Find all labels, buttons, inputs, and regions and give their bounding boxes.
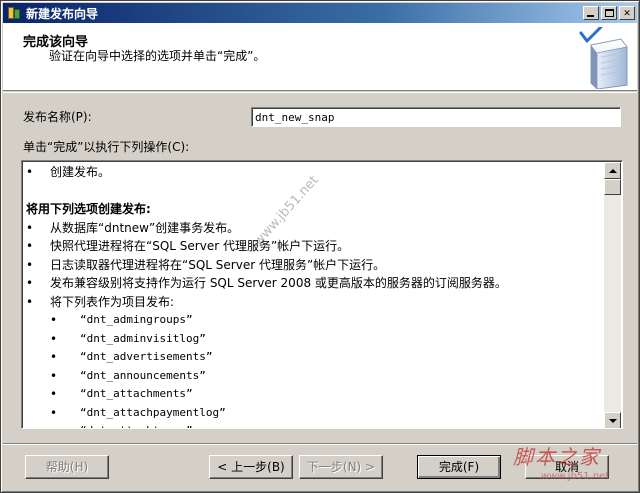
- next-button[interactable]: 下一步(N) >: [299, 455, 383, 479]
- wizard-header: 完成该向导 验证在向导中选择的选项并单击“完成”。: [3, 23, 637, 91]
- bullet-icon: •: [50, 368, 58, 383]
- actions-label: 单击“完成”以执行下列操作(C):: [23, 140, 190, 154]
- window-controls: ✕: [581, 6, 635, 20]
- bullet-icon: •: [50, 350, 58, 364]
- actions-content: • 创建发布。将用下列选项创建发布: • 从数据库“dntnew”创建事务发布。 • 快照…: [24, 163, 604, 428]
- title-bar[interactable]: 新建发布向导 ✕: [3, 3, 637, 23]
- chevron-down-icon: [609, 419, 617, 423]
- bullet-icon: •: [50, 331, 58, 346]
- bullet-icon: •: [50, 422, 57, 428]
- action-heading: 将用下列选项创建发布:: [26, 202, 151, 216]
- action-text: 创建发布。: [50, 165, 111, 179]
- action-line: • “dnt_admingroups”: [24, 311, 604, 330]
- back-button[interactable]: < 上一步(B): [209, 455, 293, 479]
- bullet-icon: •: [50, 313, 58, 327]
- bullet-icon: •: [26, 220, 34, 235]
- bullet-icon: •: [26, 165, 34, 179]
- scroll-thumb[interactable]: [604, 179, 621, 195]
- close-button[interactable]: ✕: [619, 6, 635, 20]
- book-checkmark-icon: [579, 27, 628, 89]
- article-table-name: “dnt_advertisements”: [80, 350, 213, 363]
- publication-name-label: 发布名称(P):: [23, 110, 92, 124]
- action-text: 将下列表作为项目发布:: [50, 294, 175, 309]
- chevron-up-icon: [609, 169, 617, 173]
- vertical-scrollbar[interactable]: [604, 162, 621, 428]
- article-table-name: “dnt_adminvisitlog”: [80, 331, 206, 345]
- minimize-icon: [587, 15, 594, 17]
- action-line: • “dnt_announcements”: [24, 367, 604, 386]
- minimize-button[interactable]: [583, 6, 599, 20]
- window-title: 新建发布向导: [26, 6, 99, 21]
- publication-wizard-icon: [6, 5, 22, 21]
- finish-button[interactable]: 完成(F): [417, 455, 501, 479]
- article-table-name: “dnt_attachments”: [80, 387, 193, 400]
- bullet-icon: •: [26, 294, 34, 309]
- article-table-name: “dnt_announcements”: [80, 368, 206, 382]
- close-icon: ✕: [623, 6, 631, 19]
- help-button[interactable]: 帮助(H): [25, 455, 109, 479]
- action-line: • 将下列表作为项目发布:: [24, 293, 604, 312]
- action-text: 从数据库“dntnew”创建事务发布。: [50, 220, 240, 235]
- action-line: • “dnt_attachpaymentlog”: [24, 404, 604, 423]
- actions-summary-list[interactable]: • 创建发布。将用下列选项创建发布: • 从数据库“dntnew”创建事务发布。 • 快照…: [21, 160, 623, 429]
- bullet-icon: •: [26, 239, 34, 253]
- maximize-icon: [605, 9, 614, 17]
- action-line: • 发布兼容级别将支持作为运行 SQL Server 2008 或更高版本的服务器…: [24, 274, 604, 293]
- article-table-name: “dnt_attachtypes”: [80, 422, 193, 428]
- action-line: • “dnt_advertisements”: [24, 348, 604, 367]
- action-line: • “dnt_adminvisitlog”: [24, 330, 604, 349]
- publication-name-input[interactable]: [251, 107, 621, 127]
- bullet-icon: •: [50, 405, 58, 420]
- action-text: 快照代理进程将在“SQL Server 代理服务”帐户下运行。: [50, 239, 350, 253]
- scroll-up-button[interactable]: [604, 162, 621, 179]
- wizard-window: 新建发布向导 ✕ 完成该向导 验证在向导中选择的选项并单击“完成”。 发布名称(…: [0, 0, 640, 493]
- article-table-name: “dnt_attachpaymentlog”: [80, 405, 226, 419]
- scroll-down-button[interactable]: [604, 412, 621, 428]
- action-line: • 日志读取器代理进程将在“SQL Server 代理服务”帐户下运行。: [24, 256, 604, 275]
- bullet-icon: •: [50, 387, 58, 401]
- page-subtitle: 验证在向导中选择的选项并单击“完成”。: [49, 49, 266, 63]
- article-table-name: “dnt_admingroups”: [80, 313, 193, 326]
- action-line: 将用下列选项创建发布:: [24, 200, 604, 219]
- maximize-button[interactable]: [601, 6, 617, 20]
- bullet-icon: •: [26, 276, 34, 290]
- action-line: • “dnt_attachments”: [24, 385, 604, 404]
- watermark-url: www.jb51.net: [541, 471, 610, 482]
- bullet-icon: •: [26, 257, 34, 272]
- watermark-brand: 脚本之家: [513, 445, 601, 469]
- action-line: • “dnt_attachtypes”: [24, 422, 604, 428]
- action-line: • 快照代理进程将在“SQL Server 代理服务”帐户下运行。: [24, 237, 604, 256]
- action-line: • 从数据库“dntnew”创建事务发布。: [24, 219, 604, 238]
- action-text: 发布兼容级别将支持作为运行 SQL Server 2008 或更高版本的服务器的…: [50, 276, 507, 290]
- action-text: 日志读取器代理进程将在“SQL Server 代理服务”帐户下运行。: [50, 257, 386, 272]
